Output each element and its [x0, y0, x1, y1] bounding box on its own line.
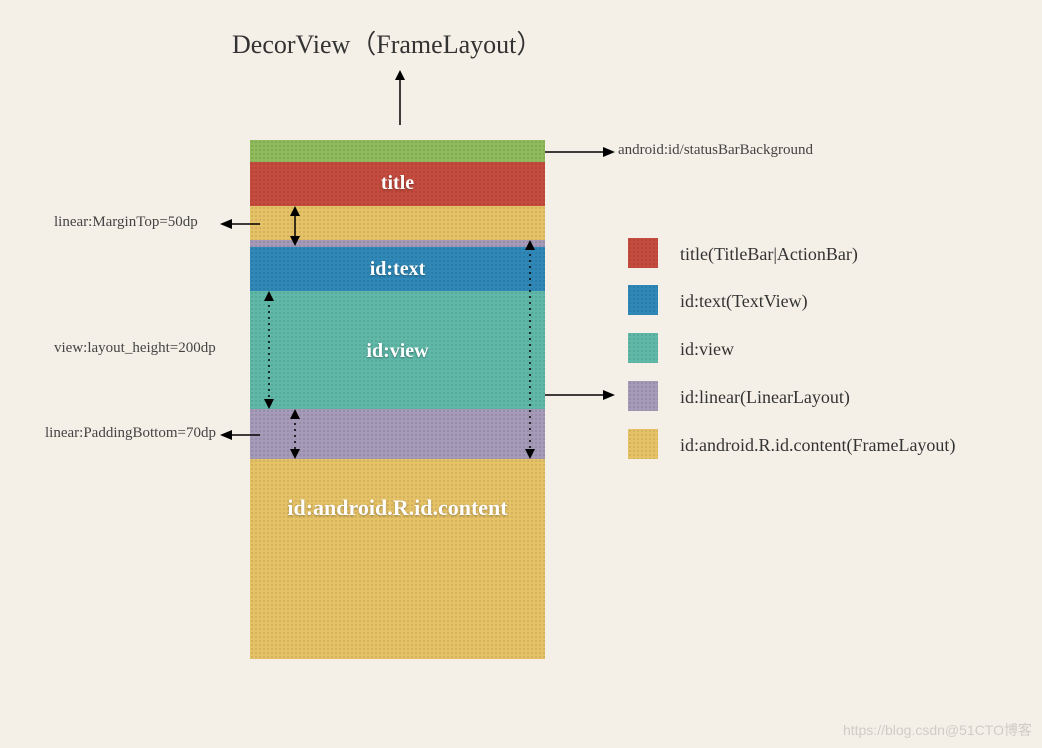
layer-id-view-label: id:view: [250, 340, 545, 363]
callout-status-bar: android:id/statusBarBackground: [618, 142, 813, 159]
arrow-view-height: [262, 291, 276, 409]
diagram-title: DecorView（FrameLayout）: [232, 24, 542, 61]
arrow-margin-left: [220, 218, 260, 230]
layer-id-content: [250, 459, 545, 659]
callout-padding-bottom: linear:PaddingBottom=70dp: [45, 425, 216, 442]
legend-label-1: id:text(TextView): [680, 291, 808, 312]
arrow-linear-right: [545, 389, 615, 401]
legend-swatch-2: [628, 333, 658, 363]
layer-status-bar: [250, 140, 545, 162]
arrow-padding-span: [288, 409, 302, 459]
layer-id-content-label: id:android.R.id.content: [250, 495, 545, 521]
legend-swatch-4: [628, 429, 658, 459]
legend-label-2: id:view: [680, 339, 734, 360]
legend-swatch-0: [628, 238, 658, 268]
arrow-margin-span: [288, 206, 302, 246]
arrow-padding-left: [220, 429, 260, 441]
watermark: https://blog.csdn@51CTO博客: [843, 720, 1032, 740]
callout-margin-top: linear:MarginTop=50dp: [54, 214, 198, 231]
layer-id-text-label: id:text: [250, 258, 545, 281]
callout-layout-height: view:layout_height=200dp: [54, 340, 216, 357]
legend-label-4: id:android.R.id.content(FrameLayout): [680, 435, 955, 456]
arrow-title-down: [390, 70, 410, 130]
legend-label-3: id:linear(LinearLayout): [680, 387, 850, 408]
legend-label-0: title(TitleBar|ActionBar): [680, 244, 858, 265]
arrow-status-right: [545, 146, 615, 158]
layer-title-label: title: [250, 172, 545, 195]
legend-swatch-3: [628, 381, 658, 411]
legend-swatch-1: [628, 285, 658, 315]
arrow-linear-span: [523, 240, 537, 459]
